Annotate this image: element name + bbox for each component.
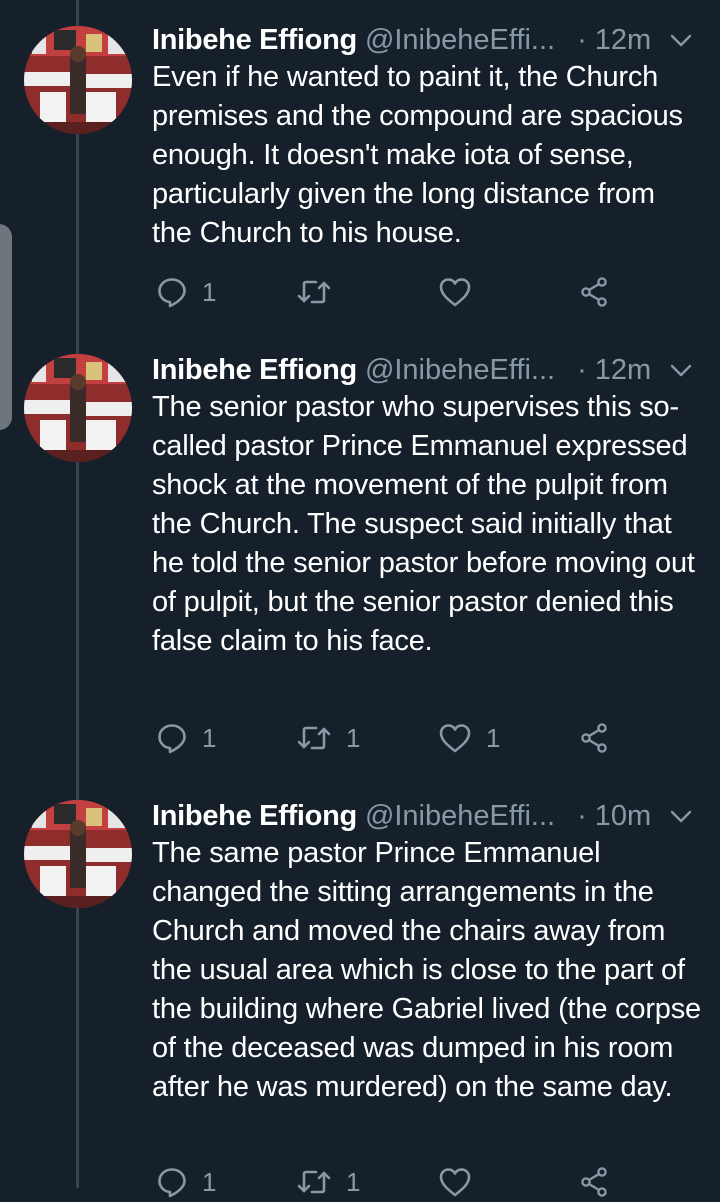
reply-count: 1 <box>202 1166 217 1197</box>
author-handle[interactable]: @InibeheEffi <box>365 354 531 387</box>
retweet-button[interactable]: 1 <box>296 1162 360 1202</box>
author-name[interactable]: Inibehe Effiong <box>152 800 357 833</box>
like-button[interactable] <box>438 1162 486 1202</box>
reply-count: 1 <box>202 722 217 753</box>
retweet-count: 1 <box>346 1166 361 1197</box>
reply-icon <box>158 724 186 754</box>
tweet-time[interactable]: · 10m <box>577 800 651 833</box>
tweet-actions: 1 1 1 <box>152 718 622 758</box>
like-button[interactable]: 1 <box>438 718 500 758</box>
reply-icon <box>158 278 186 308</box>
author-name[interactable]: Inibehe Effiong <box>152 354 357 387</box>
reply-button[interactable]: 1 <box>156 272 216 312</box>
retweet-icon <box>297 280 331 304</box>
tweet-time[interactable]: · 12m <box>577 24 651 57</box>
chevron-down-icon[interactable] <box>668 804 694 830</box>
tweet-header: Inibehe Effiong @InibeheEffi ... · 12m <box>152 20 700 60</box>
tweet-header: Inibehe Effiong @InibeheEffi ... · 10m <box>152 796 700 836</box>
heart-icon <box>439 724 471 753</box>
tweet[interactable]: Inibehe Effiong @InibeheEffi ... · 12m E… <box>0 0 720 340</box>
share-icon <box>581 723 607 753</box>
tweet-actions: 1 1 <box>152 1162 622 1202</box>
tweet-time[interactable]: · 12m <box>577 354 651 387</box>
chevron-down-icon[interactable] <box>668 28 694 54</box>
retweet-button[interactable] <box>296 272 346 312</box>
tweet-header: Inibehe Effiong @InibeheEffi ... · 12m <box>152 350 700 390</box>
heart-icon <box>439 278 471 307</box>
reply-button[interactable]: 1 <box>156 1162 216 1202</box>
reply-count: 1 <box>202 276 217 307</box>
like-button[interactable] <box>438 272 486 312</box>
reply-button[interactable]: 1 <box>156 718 216 758</box>
handle-ellipsis: ... <box>530 799 556 832</box>
retweet-icon <box>297 1170 331 1194</box>
author-handle[interactable]: @InibeheEffi <box>365 24 531 57</box>
tweet[interactable]: Inibehe Effiong @InibeheEffi ... · 12m T… <box>0 330 720 776</box>
share-icon <box>581 277 607 307</box>
tweet-text: Even if he wanted to paint it, the Churc… <box>152 61 683 249</box>
avatar[interactable] <box>24 800 132 908</box>
handle-ellipsis: ... <box>530 23 556 56</box>
avatar[interactable] <box>24 354 132 462</box>
retweet-icon <box>297 726 331 750</box>
avatar[interactable] <box>24 26 132 134</box>
chevron-down-icon[interactable] <box>668 358 694 384</box>
retweet-button[interactable]: 1 <box>296 718 360 758</box>
heart-icon <box>439 1168 471 1197</box>
retweet-count: 1 <box>346 722 361 753</box>
tweet[interactable]: Inibehe Effiong @InibeheEffi ... · 10m T… <box>0 776 720 1198</box>
author-handle[interactable]: @InibeheEffi <box>365 800 531 833</box>
tweet-text: The same pastor Prince Emmanuel changed … <box>152 837 701 1103</box>
share-button[interactable] <box>578 718 610 758</box>
share-button[interactable] <box>578 272 610 312</box>
author-name[interactable]: Inibehe Effiong <box>152 24 357 57</box>
tweet-actions: 1 <box>152 272 622 312</box>
share-button[interactable] <box>578 1162 610 1202</box>
tweet-text: The senior pastor who supervises this so… <box>152 391 695 657</box>
handle-ellipsis: ... <box>530 353 556 386</box>
reply-icon <box>158 1168 186 1198</box>
like-count: 1 <box>486 722 501 753</box>
share-icon <box>581 1167 607 1197</box>
